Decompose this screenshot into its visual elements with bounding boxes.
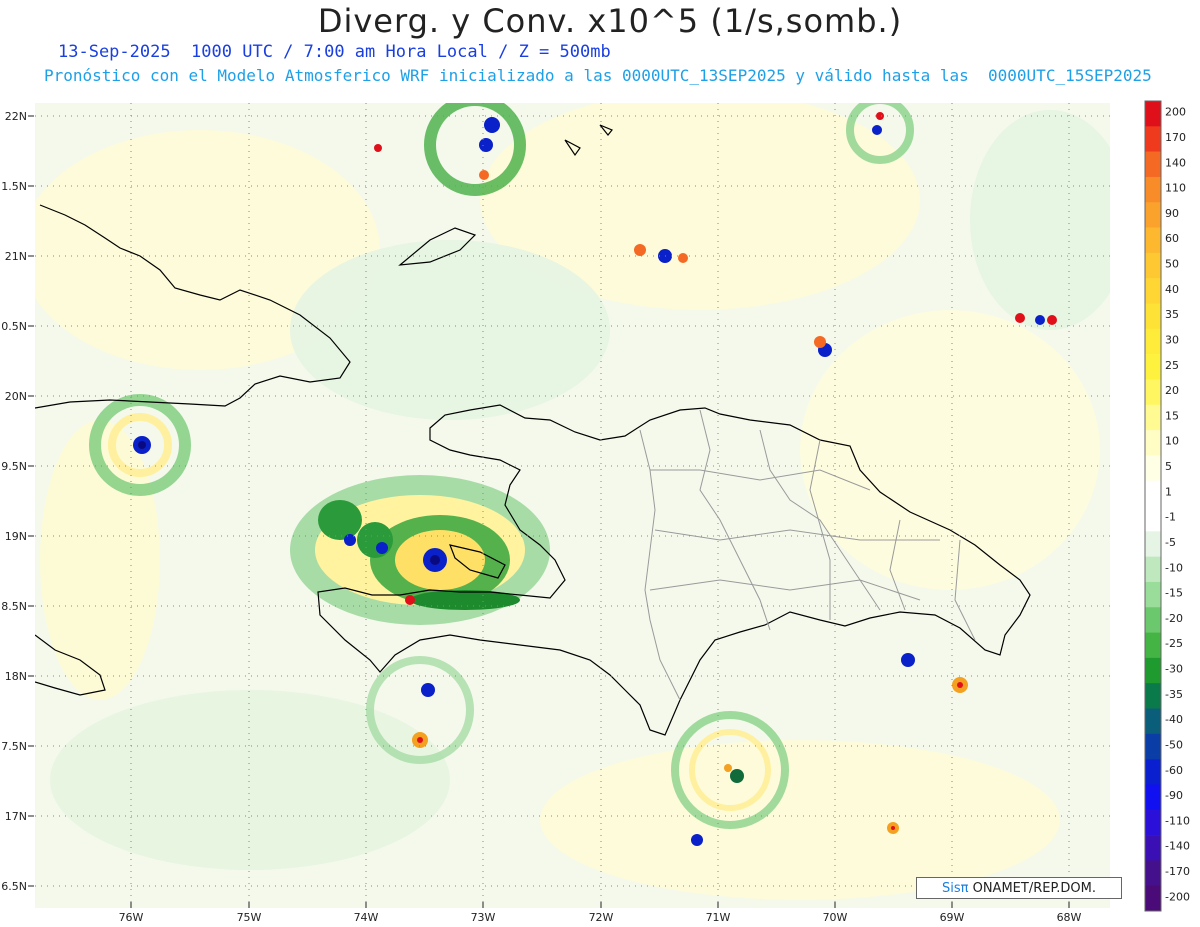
colorbar-label: -140 (1165, 840, 1190, 853)
colorbar-swatch (1145, 328, 1161, 355)
colorbar-swatch (1145, 379, 1161, 406)
colorbar-swatch (1145, 531, 1161, 557)
colorbar-swatch (1145, 835, 1161, 861)
lon-label: 69W (940, 911, 965, 924)
colorbar-label: -35 (1165, 688, 1183, 701)
lat-label: 6.5N (1, 880, 27, 893)
colorbar-swatch (1145, 809, 1161, 836)
lat-label: 21N (5, 250, 27, 263)
colorbar-label: 5 (1165, 460, 1172, 473)
colorbar-swatch (1145, 556, 1161, 583)
longitude-labels: 76W 75W 74W 73W 72W 71W 70W 69W 68W (119, 911, 1082, 924)
lon-label: 75W (237, 911, 262, 924)
colorbar-label: -110 (1165, 814, 1190, 827)
colorbar-swatch (1145, 480, 1161, 507)
colorbar-swatch (1145, 101, 1161, 127)
colorbar-label: 170 (1165, 131, 1186, 144)
colorbar-label: -25 (1165, 637, 1183, 650)
colorbar-label: -90 (1165, 789, 1183, 802)
colorbar-swatch (1145, 455, 1161, 481)
colorbar-label: 140 (1165, 156, 1186, 169)
lat-label: 17N (5, 810, 27, 823)
colorbar-swatch (1145, 303, 1161, 330)
colorbar-label: 20 (1165, 384, 1179, 397)
colorbar-label: 25 (1165, 359, 1179, 372)
colorbar-label: -20 (1165, 612, 1183, 625)
colorbar-swatch (1145, 607, 1161, 633)
colorbar-swatch (1145, 657, 1161, 684)
lat-label: 18N (5, 670, 27, 683)
credit-box: Sisπ ONAMET/REP.DOM. (916, 877, 1122, 899)
lat-label: 20N (5, 390, 27, 403)
colorbar-label: -200 (1165, 890, 1190, 903)
colorbar-swatch (1145, 733, 1161, 760)
lat-label: 1.5N (1, 180, 27, 193)
colorbar-swatch (1145, 202, 1161, 228)
lon-label: 71W (706, 911, 731, 924)
colorbar-label: 90 (1165, 207, 1179, 220)
colorbar-label: 10 (1165, 435, 1179, 448)
colorbar-label: 110 (1165, 182, 1186, 195)
lat-label: 9.5N (1, 460, 27, 473)
colorbar-label: 35 (1165, 308, 1179, 321)
colorbar-swatch (1145, 506, 1161, 532)
colorbar-swatch (1145, 151, 1161, 178)
colorbar-swatch (1145, 632, 1161, 659)
lat-label: 19N (5, 530, 27, 543)
colorbar-swatch (1145, 404, 1161, 431)
colorbar-swatch (1145, 860, 1161, 886)
colorbar-swatch (1145, 581, 1161, 608)
colorbar-label: 40 (1165, 283, 1179, 296)
colorbar-swatch (1145, 885, 1161, 912)
colorbar-label: 1 (1165, 485, 1172, 498)
lon-label: 68W (1057, 911, 1082, 924)
lon-label: 72W (589, 911, 614, 924)
credit-text: ONAMET/REP.DOM. (968, 881, 1096, 896)
colorbar-label: -170 (1165, 865, 1190, 878)
colorbar: 200 170 140 110 90 60 50 40 35 30 25 20 15 10 5 1 -1 -5 -1… (1144, 100, 1190, 912)
colorbar-label: -10 (1165, 561, 1183, 574)
lat-ticks (28, 115, 34, 887)
colorbar-label: -60 (1165, 764, 1183, 777)
colorbar-swatch (1145, 227, 1161, 254)
colorbar-swatch (1145, 759, 1161, 785)
colorbar-label: -5 (1165, 536, 1176, 549)
colorbar-swatch (1145, 708, 1161, 735)
colorbar-label: -15 (1165, 587, 1183, 600)
forecast-map: 22N 1.5N 21N 0.5N 20N 9.5N 19N 8.5N 18N … (1, 100, 1190, 924)
colorbar-label: 15 (1165, 409, 1179, 422)
colorbar-swatch (1145, 784, 1161, 811)
colorbar-label: -30 (1165, 663, 1183, 676)
colorbar-label: -40 (1165, 713, 1183, 726)
lon-label: 76W (119, 911, 144, 924)
colorbar-label: -50 (1165, 738, 1183, 751)
colorbar-label: 50 (1165, 258, 1179, 271)
colorbar-swatch (1145, 126, 1161, 152)
colorbar-label: 200 (1165, 106, 1186, 119)
lat-label: 22N (5, 110, 27, 123)
colorbar-label: 30 (1165, 333, 1179, 346)
lon-label: 74W (354, 911, 379, 924)
latitude-labels: 22N 1.5N 21N 0.5N 20N 9.5N 19N 8.5N 18N … (1, 110, 27, 893)
colorbar-swatch (1145, 252, 1161, 279)
lat-label: 0.5N (1, 320, 27, 333)
lat-label: 8.5N (1, 600, 27, 613)
colorbar-swatch (1145, 683, 1161, 709)
colorbar-swatch (1145, 430, 1161, 456)
lon-label: 70W (823, 911, 848, 924)
colorbar-swatch (1145, 278, 1161, 304)
lon-label: 73W (471, 911, 496, 924)
lat-label: 7.5N (1, 740, 27, 753)
colorbar-label: 60 (1165, 232, 1179, 245)
colorbar-label: -1 (1165, 511, 1176, 524)
sis-logo-text: Sisπ (942, 881, 969, 896)
colorbar-swatch (1145, 354, 1161, 380)
colorbar-swatch (1145, 176, 1161, 203)
